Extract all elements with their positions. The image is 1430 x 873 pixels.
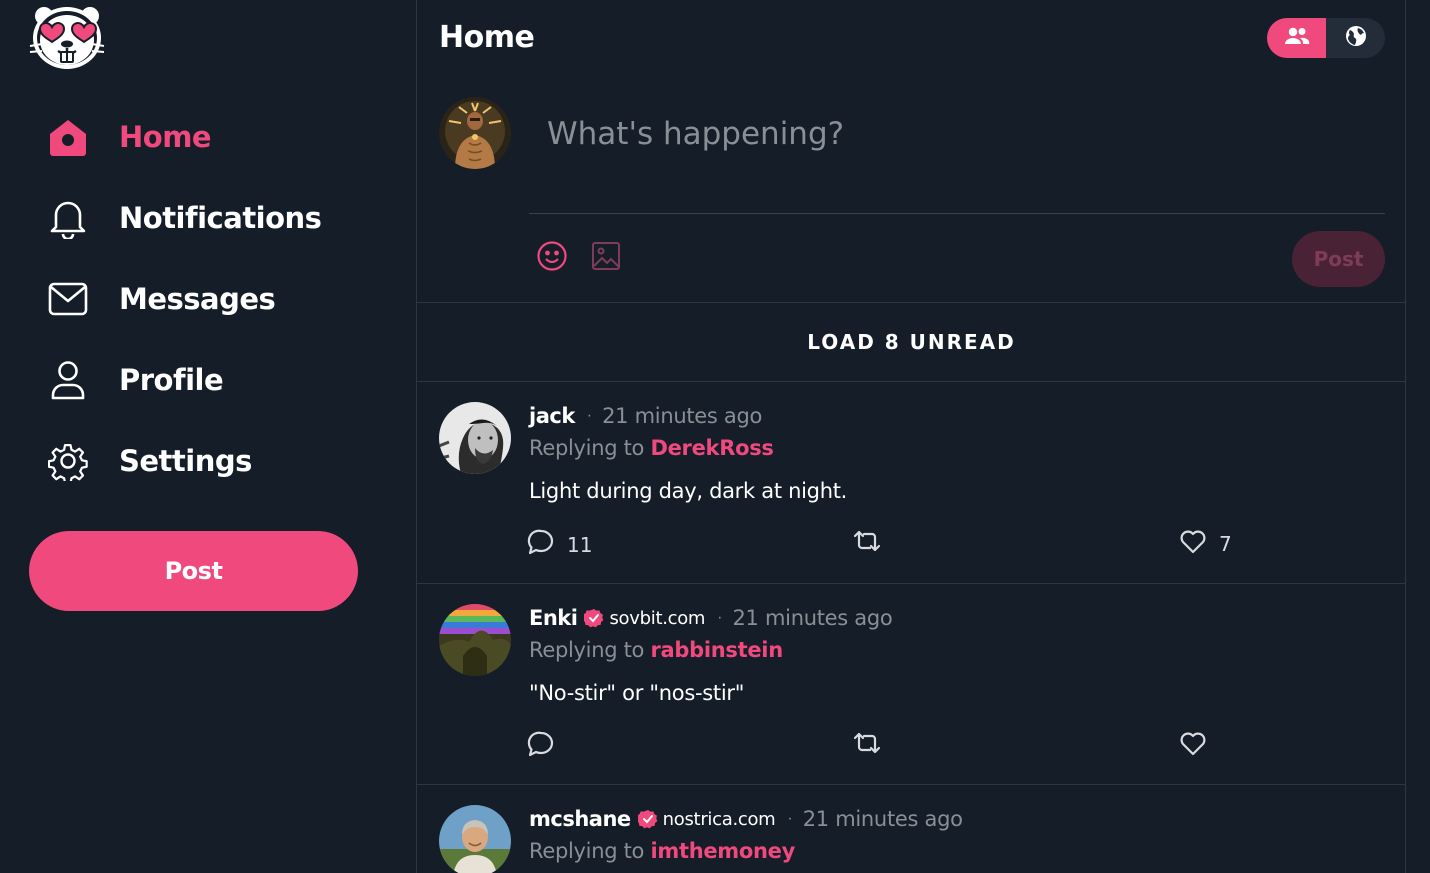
nip05-domain: sovbit.com	[609, 607, 706, 629]
author-avatar[interactable]	[439, 805, 511, 873]
main-feed: Home What's happening? Post LOAD 8 UNREA…	[416, 0, 1406, 873]
post-actions: 11 7	[527, 518, 1347, 574]
reply-label: Replying to	[529, 436, 645, 460]
feed-post: Enki sovbit.com · 21 minutes ago Replyin…	[417, 584, 1406, 784]
image-upload-button[interactable]	[588, 240, 624, 276]
gear-icon	[44, 437, 92, 485]
reply-label: Replying to	[529, 839, 645, 863]
reply-button[interactable]	[527, 730, 567, 763]
repost-button[interactable]	[852, 730, 882, 761]
repost-icon	[852, 730, 882, 761]
post-time[interactable]: 21 minutes ago	[803, 807, 963, 831]
like-count: 7	[1219, 531, 1232, 556]
post-header: mcshane nostrica.com · 21 minutes ago	[529, 807, 963, 831]
separator-dot: ·	[586, 407, 593, 424]
nav-settings-label: Settings	[119, 444, 252, 478]
nav-messages-label: Messages	[119, 282, 276, 316]
post-header: Enki sovbit.com · 21 minutes ago	[529, 606, 893, 630]
reply-to-link[interactable]: rabbinstein	[650, 638, 783, 662]
reply-icon	[527, 528, 555, 561]
nav-profile-label: Profile	[119, 363, 224, 397]
author-name[interactable]: Enki	[529, 606, 578, 630]
user-icon	[44, 356, 92, 404]
verified-icon	[637, 809, 658, 829]
load-unread-button[interactable]: LOAD 8 UNREAD	[417, 303, 1406, 381]
reply-label: Replying to	[529, 638, 645, 662]
author-name[interactable]: jack	[529, 404, 575, 428]
nav-settings[interactable]: Settings	[44, 433, 374, 489]
reply-context: Replying to imthemoney	[529, 839, 795, 863]
bell-icon	[44, 194, 92, 242]
mail-icon	[44, 275, 92, 323]
composer-divider	[529, 213, 1385, 214]
reply-to-link[interactable]: imthemoney	[650, 839, 795, 863]
page-title: Home	[439, 20, 535, 55]
people-icon	[1284, 26, 1310, 51]
home-icon	[44, 113, 92, 161]
like-button[interactable]	[1179, 730, 1219, 761]
reply-context: Replying to rabbinstein	[529, 638, 783, 662]
compose-post-button[interactable]: Post	[1292, 231, 1385, 287]
following-feed-toggle[interactable]	[1267, 18, 1326, 58]
repost-button[interactable]	[852, 528, 882, 559]
separator-dot: ·	[717, 609, 723, 626]
post-header: jack · 21 minutes ago	[529, 404, 762, 428]
nav-home-label: Home	[119, 120, 212, 154]
like-button[interactable]: 7	[1179, 528, 1232, 559]
heart-icon	[1179, 528, 1207, 559]
nav-profile[interactable]: Profile	[44, 352, 374, 408]
nip05-domain: nostrica.com	[662, 808, 776, 830]
verified-icon	[584, 608, 604, 628]
reply-icon	[527, 730, 555, 763]
separator-dot: ·	[787, 810, 793, 827]
post-actions	[527, 720, 1347, 776]
image-icon	[591, 241, 621, 276]
post-content: "No-stir" or "nos-stir"	[529, 681, 745, 705]
reply-to-link[interactable]: DerekRoss	[650, 436, 773, 460]
sidebar: Home Notifications Messages Profile Sett…	[0, 0, 416, 873]
author-avatar[interactable]	[439, 402, 511, 474]
globe-icon	[1345, 25, 1367, 52]
sidebar-post-button[interactable]: Post	[29, 531, 358, 611]
composer-avatar[interactable]	[439, 97, 511, 169]
repost-icon	[852, 528, 882, 559]
reply-button[interactable]: 11	[527, 528, 592, 561]
feed-post: jack · 21 minutes ago Replying to DerekR…	[417, 382, 1406, 583]
nav-messages[interactable]: Messages	[44, 271, 374, 327]
feed-post: mcshane nostrica.com · 21 minutes ago Re…	[417, 785, 1406, 873]
global-feed-toggle[interactable]	[1326, 18, 1385, 58]
heart-icon	[1179, 730, 1207, 761]
emoji-icon	[536, 240, 568, 277]
compose-input[interactable]	[529, 100, 1384, 212]
post-time[interactable]: 21 minutes ago	[602, 404, 762, 428]
nav-home[interactable]: Home	[44, 109, 374, 165]
post-content: Light during day, dark at night.	[529, 479, 848, 503]
reply-context: Replying to DerekRoss	[529, 436, 774, 460]
author-avatar[interactable]	[439, 604, 511, 676]
feed-toggle	[1267, 18, 1385, 58]
nav-notifications-label: Notifications	[119, 201, 322, 235]
author-name[interactable]: mcshane	[529, 807, 631, 831]
emoji-button[interactable]	[534, 240, 570, 276]
reply-count: 11	[567, 532, 593, 557]
post-time[interactable]: 21 minutes ago	[733, 606, 893, 630]
nav-notifications[interactable]: Notifications	[44, 190, 374, 246]
beaver-logo-icon[interactable]	[28, 0, 106, 72]
